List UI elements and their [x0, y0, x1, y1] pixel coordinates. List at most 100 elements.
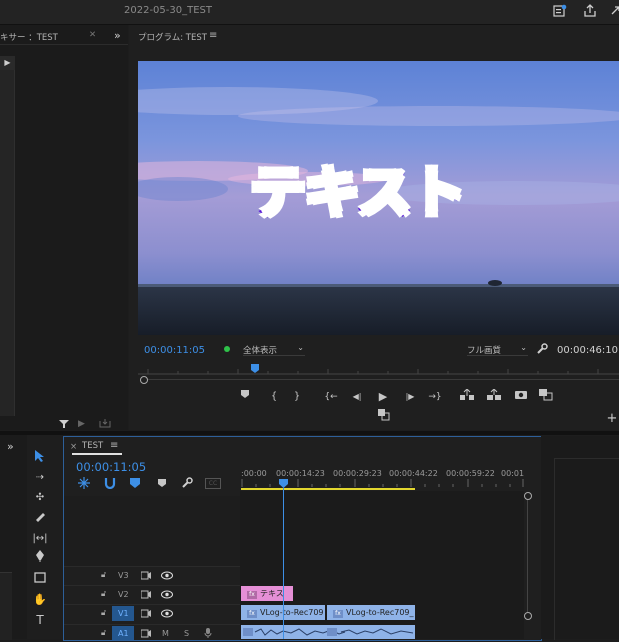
export-frame-icon[interactable]: [376, 409, 392, 425]
insert-icon[interactable]: ▶︎: [78, 419, 90, 429]
mixer-close-icon[interactable]: ✕: [89, 30, 96, 40]
add-marker-icon[interactable]: [237, 389, 253, 405]
captions-icon[interactable]: CC: [205, 478, 221, 489]
fx-badge-icon: fx: [247, 591, 257, 599]
ruler-label: 00:00:14:23: [276, 469, 325, 478]
status-dot-icon: [224, 346, 230, 352]
camera-icon[interactable]: [513, 389, 529, 405]
vertical-scroll-handle-bottom[interactable]: [524, 612, 532, 620]
zoom-scrollbar[interactable]: [148, 379, 619, 380]
lock-icon[interactable]: 🔓︎: [101, 628, 106, 638]
overwrite-icon[interactable]: [99, 418, 111, 428]
expand-icon[interactable]: [608, 4, 619, 18]
fx-badge-icon: fx: [333, 610, 343, 618]
timeline-tab-label[interactable]: TEST: [82, 441, 103, 451]
ripple-edit-tool-icon[interactable]: ✣: [31, 489, 49, 507]
track-row-v2: 🔓︎ V2: [64, 585, 240, 604]
track-row-a1: 🔓︎ A1 M S: [64, 624, 240, 640]
track-label[interactable]: A1: [118, 629, 129, 638]
add-button-icon[interactable]: +: [604, 411, 619, 427]
nest-sequence-icon[interactable]: [78, 477, 90, 489]
play-icon[interactable]: ▶: [375, 389, 391, 405]
program-duration-timecode: 00:00:46:10: [557, 345, 619, 356]
step-forward-icon[interactable]: |▶: [402, 389, 418, 405]
add-marker-icon[interactable]: [157, 478, 167, 488]
program-overlay-text[interactable]: テキスト: [248, 148, 467, 229]
clip-text-v2[interactable]: fx テキス: [241, 586, 293, 601]
slip-tool-icon[interactable]: |↔|: [31, 530, 49, 548]
type-tool-icon[interactable]: T: [31, 611, 49, 629]
sync-lock-icon[interactable]: [140, 571, 152, 583]
track-row-v3: 🔓︎ V3: [64, 566, 240, 585]
audio-mixer-panel: [0, 25, 128, 430]
audio-meter-frame: [554, 458, 619, 640]
sync-lock-icon[interactable]: [140, 629, 152, 641]
rectangle-tool-icon[interactable]: [31, 571, 49, 589]
track-header-spacer: [64, 496, 240, 566]
wrench-icon[interactable]: [536, 343, 548, 355]
work-area-bar[interactable]: [241, 488, 415, 490]
share-icon[interactable]: [583, 4, 597, 18]
filter-icon[interactable]: [59, 419, 69, 429]
clip-v1-b[interactable]: fx VLog-to-Rec709_: [327, 605, 415, 620]
quality-dropdown[interactable]: フル画質 ⌄: [467, 343, 528, 356]
lock-icon[interactable]: 🔓︎: [101, 608, 106, 618]
sync-lock-icon[interactable]: [140, 609, 152, 621]
timeline-playhead-icon[interactable]: [279, 479, 288, 488]
clip-label: VLog-to-Rec709_: [346, 608, 414, 617]
compare-view-icon[interactable]: [538, 389, 554, 405]
timeline-settings-wrench-icon[interactable]: [181, 477, 193, 489]
extract-icon[interactable]: [486, 388, 502, 405]
mute-button[interactable]: M: [162, 629, 169, 638]
sync-lock-icon[interactable]: [140, 590, 152, 602]
track-row-v1: 🔓︎ V1: [64, 604, 240, 623]
panel-expand-icon[interactable]: »: [7, 440, 14, 453]
track-label[interactable]: V2: [118, 590, 129, 599]
selection-tool-icon[interactable]: [31, 449, 49, 467]
program-monitor-title[interactable]: プログラム: TEST: [138, 31, 207, 43]
zoom-handle-left[interactable]: [140, 376, 148, 384]
linked-selection-icon[interactable]: [129, 477, 141, 489]
eye-icon[interactable]: [161, 590, 173, 602]
clip-label: テキス: [260, 589, 284, 598]
program-menu-icon[interactable]: ≡: [209, 30, 217, 41]
snap-magnet-icon[interactable]: [104, 477, 116, 490]
program-current-timecode[interactable]: 00:00:11:05: [144, 345, 205, 356]
hand-tool-icon[interactable]: ✋: [31, 591, 49, 609]
eye-icon[interactable]: [161, 609, 173, 621]
timeline-close-icon[interactable]: ×: [70, 442, 77, 452]
vertical-scroll-handle-top[interactable]: [524, 492, 532, 500]
mixer-tab-label[interactable]: キサー ：TEST: [0, 31, 58, 43]
microphone-icon[interactable]: [204, 628, 212, 641]
pen-tool-icon[interactable]: [31, 550, 49, 568]
track-select-tool-icon[interactable]: ⇢: [31, 469, 49, 487]
solo-button[interactable]: S: [184, 629, 189, 638]
vertical-scrollbar[interactable]: [527, 500, 528, 612]
razor-tool-icon[interactable]: [31, 510, 49, 528]
timeline-playhead-line[interactable]: [283, 488, 284, 639]
clip-audio-a1[interactable]: [241, 625, 415, 639]
step-back-icon[interactable]: ◀|: [349, 389, 365, 405]
lock-icon[interactable]: 🔓︎: [101, 570, 106, 580]
program-time-ruler[interactable]: [138, 367, 619, 375]
timeline-current-timecode[interactable]: 00:00:11:05: [76, 460, 146, 474]
mixer-header-divider: [0, 44, 128, 45]
chevron-down-icon: ⌄: [297, 343, 304, 352]
go-to-in-icon[interactable]: {←: [323, 389, 339, 405]
lock-icon[interactable]: 🔓︎: [101, 589, 106, 599]
mark-in-icon[interactable]: {: [266, 389, 282, 405]
notification-icon[interactable]: [553, 4, 567, 18]
timeline-menu-icon[interactable]: ≡: [110, 440, 118, 451]
track-label[interactable]: V1: [118, 609, 129, 618]
eye-icon[interactable]: [161, 571, 173, 583]
mixer-play-icon[interactable]: ▶: [0, 56, 15, 70]
lift-icon[interactable]: [459, 388, 475, 405]
program-playhead-icon[interactable]: [251, 364, 259, 373]
quality-label: フル画質: [467, 346, 502, 356]
mark-out-icon[interactable]: }: [289, 389, 305, 405]
go-to-out-icon[interactable]: →}: [427, 389, 443, 405]
ruler-label: 00:01: [501, 469, 525, 478]
panel-expand-icon[interactable]: »: [114, 29, 121, 42]
zoom-dropdown[interactable]: 全体表示 ⌄: [243, 343, 305, 356]
track-label[interactable]: V3: [118, 571, 129, 580]
